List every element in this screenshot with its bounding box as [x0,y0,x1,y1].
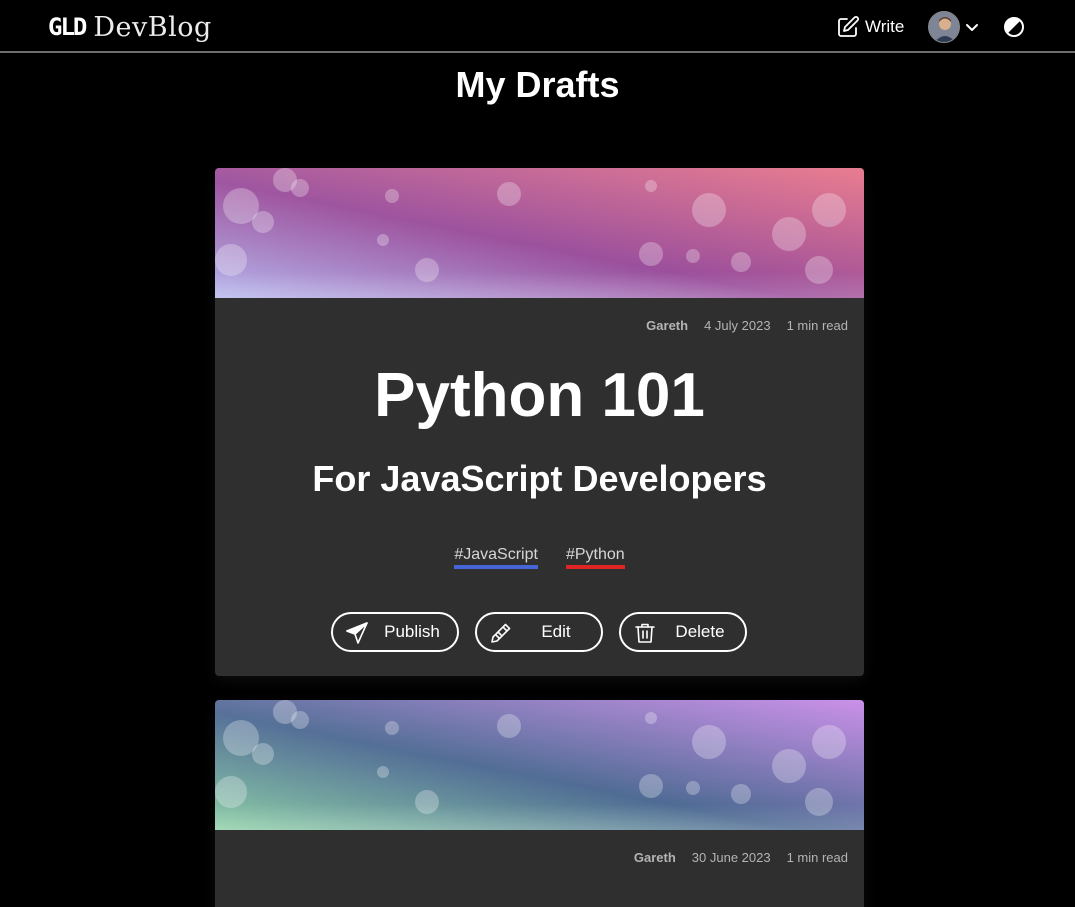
write-label: Write [865,17,905,36]
trash-icon [635,623,655,643]
read-time: 1 min read [786,318,848,333]
post-meta: Gareth 4 July 2023 1 min read [646,318,848,333]
write-button[interactable]: Write [836,13,904,41]
publish-label: Publish [384,622,440,641]
user-menu-toggle[interactable] [928,11,979,43]
logo-mark: GLD [48,13,87,41]
publish-button[interactable]: Publish [331,612,459,652]
post-title[interactable]: Python 101 [215,360,864,431]
tag-python[interactable]: #Python [565,546,625,569]
post-date: 4 July 2023 [704,318,771,333]
delete-button[interactable]: Delete [619,612,747,652]
page-title: My Drafts [455,64,620,105]
post-meta: Gareth 30 June 2023 1 min read [634,850,848,865]
cover-image [215,700,864,830]
contrast-icon[interactable] [1003,16,1025,38]
cover-image [215,168,864,298]
tag-javascript[interactable]: #JavaScript [454,546,538,569]
paper-plane-icon [346,622,368,644]
delete-label: Delete [675,622,725,641]
avatar [928,11,960,43]
tag-list: #JavaScript #Python [215,546,864,569]
read-time: 1 min read [786,850,848,865]
chevron-down-icon [966,24,978,31]
author-name: Gareth [646,318,689,333]
draft-actions: Publish Edit Delete [331,612,747,652]
post-subtitle: For JavaScript Developers [312,458,767,499]
logo-text: DevBlog [93,11,212,43]
edit-label: Edit [541,622,571,641]
post-date: 30 June 2023 [691,850,771,865]
edit-square-icon [838,16,859,37]
draft-card: Gareth 4 July 2023 1 min read Python 101… [215,168,864,676]
edit-button[interactable]: Edit [475,612,603,652]
site-logo[interactable]: GLD DevBlog [48,10,212,44]
draft-card: Gareth 30 June 2023 1 min read [215,700,864,907]
pencil-icon [491,623,511,643]
top-navbar: GLD DevBlog Write [0,0,1075,53]
author-name: Gareth [633,850,676,865]
